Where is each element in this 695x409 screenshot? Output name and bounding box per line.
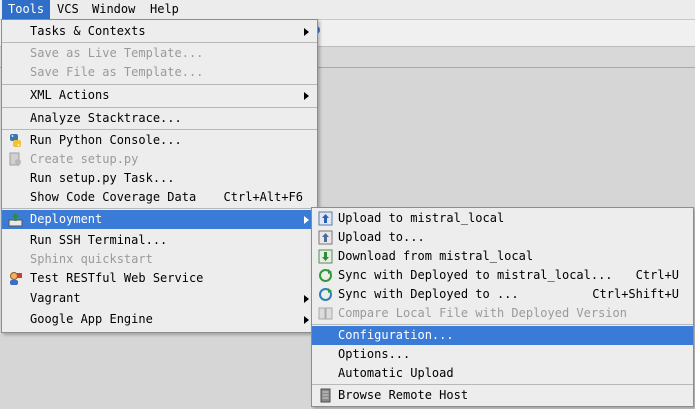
menu-item-tasks-contexts[interactable]: Tasks & Contexts <box>2 22 317 41</box>
menu-item-label: XML Actions <box>30 88 110 102</box>
menu-item-label: Download from mistral_local <box>338 249 534 263</box>
menu-item-label: Sync with Deployed to ... <box>338 287 519 301</box>
menu-separator <box>312 384 693 385</box>
menu-item-run-setup-py-task[interactable]: Run setup.py Task... <box>2 169 317 188</box>
menu-item-analyze-stacktrace[interactable]: Analyze Stacktrace... <box>2 109 317 128</box>
submenu-arrow-icon <box>304 295 309 303</box>
menu-item-label: Upload to... <box>338 230 425 244</box>
menu-item-google-app-engine[interactable]: Google App Engine <box>2 310 317 329</box>
menu-item-sync-with-mistral[interactable]: Sync with Deployed to mistral_local... C… <box>312 266 693 285</box>
menu-help[interactable]: Help <box>144 0 185 19</box>
menu-separator <box>2 42 317 43</box>
menu-item-vagrant[interactable]: Vagrant <box>2 289 317 308</box>
menu-item-options[interactable]: Options... <box>312 345 693 364</box>
rest-client-icon <box>10 272 22 285</box>
menu-item-label: Configuration... <box>338 328 454 342</box>
menu-item-label: Browse Remote Host <box>338 388 469 402</box>
menu-item-label: Compare Local File with Deployed Version <box>338 306 627 320</box>
menu-item-label: Run setup.py Task... <box>30 171 175 185</box>
compare-icon <box>318 307 333 320</box>
menu-item-label: Upload to mistral_local <box>338 211 505 225</box>
menu-item-upload-to-mistral[interactable]: Upload to mistral_local <box>312 209 693 228</box>
deployment-submenu: Upload to mistral_local Upload to... Dow… <box>311 207 694 407</box>
menu-item-label: Run SSH Terminal... <box>30 233 168 247</box>
menu-item-shortcut: Ctrl+Shift+U <box>592 287 679 301</box>
menu-item-shortcut: Ctrl+Alt+F6 <box>223 190 303 204</box>
menu-item-label: Deployment <box>30 212 103 226</box>
menu-item-label: Sync with Deployed to mistral_local... <box>338 268 613 282</box>
menu-separator <box>312 324 693 325</box>
menu-item-create-setup-py[interactable]: Create setup.py <box>2 150 317 169</box>
menu-item-show-code-coverage[interactable]: Show Code Coverage Data Ctrl+Alt+F6 <box>2 188 317 207</box>
python-icon <box>10 134 21 147</box>
tools-dropdown-menu: Tasks & Contexts Save as Live Template..… <box>1 19 318 333</box>
menu-item-test-restful[interactable]: Test RESTful Web Service <box>2 269 317 288</box>
sync-icon <box>319 269 332 282</box>
deployment-icon <box>8 213 23 227</box>
menu-item-label: Google App Engine <box>30 312 153 326</box>
menu-item-label: Tasks & Contexts <box>30 24 146 38</box>
menu-separator <box>2 107 317 108</box>
submenu-arrow-icon <box>304 316 309 324</box>
menu-item-browse-remote-host[interactable]: Browse Remote Host <box>312 386 693 405</box>
menu-item-shortcut: Ctrl+U <box>635 268 679 282</box>
menu-window[interactable]: Window <box>86 0 141 19</box>
menu-item-label: Test RESTful Web Service <box>30 271 204 285</box>
menu-separator <box>2 208 317 209</box>
menu-item-label: Run Python Console... <box>30 133 182 147</box>
menu-item-run-ssh-terminal[interactable]: Run SSH Terminal... <box>2 231 317 250</box>
menu-item-label: Show Code Coverage Data <box>30 190 197 204</box>
menu-item-run-python-console[interactable]: Run Python Console... <box>2 131 317 150</box>
sync-to-icon <box>319 288 332 301</box>
submenu-arrow-icon <box>304 216 309 224</box>
submenu-arrow-icon <box>304 28 309 36</box>
menu-item-label: Analyze Stacktrace... <box>30 111 182 125</box>
menu-item-download-from-mistral[interactable]: Download from mistral_local <box>312 247 693 266</box>
menu-item-save-file-template[interactable]: Save File as Template... <box>2 63 317 82</box>
submenu-arrow-icon <box>304 92 309 100</box>
menu-item-compare-local-file[interactable]: Compare Local File with Deployed Version <box>312 304 693 323</box>
menu-item-save-live-template[interactable]: Save as Live Template... <box>2 44 317 63</box>
menu-item-upload-to[interactable]: Upload to... <box>312 228 693 247</box>
menu-vcs[interactable]: VCS <box>51 0 85 19</box>
menu-bar: Tools VCS Window Help <box>0 0 695 20</box>
upload-to-icon <box>318 230 333 245</box>
menu-item-sphinx-quickstart[interactable]: Sphinx quickstart <box>2 250 317 269</box>
menu-item-label: Save File as Template... <box>30 65 204 79</box>
menu-separator <box>2 129 317 130</box>
menu-item-label: Vagrant <box>30 291 81 305</box>
menu-item-label: Sphinx quickstart <box>30 252 153 266</box>
menu-item-automatic-upload[interactable]: Automatic Upload <box>312 364 693 383</box>
menu-item-configuration[interactable]: Configuration... <box>312 326 693 345</box>
setup-py-icon <box>9 152 21 166</box>
menu-item-label: Save as Live Template... <box>30 46 204 60</box>
menu-item-deployment[interactable]: Deployment <box>2 210 317 229</box>
menu-item-xml-actions[interactable]: XML Actions <box>2 86 317 105</box>
menu-item-label: Options... <box>338 347 411 361</box>
menu-item-label: Automatic Upload <box>338 366 454 380</box>
menu-item-sync-with-deployed-to[interactable]: Sync with Deployed to ... Ctrl+Shift+U <box>312 285 693 304</box>
menu-item-label: Create setup.py <box>30 152 139 166</box>
upload-icon <box>318 211 333 226</box>
menu-separator <box>2 84 317 85</box>
download-icon <box>318 249 333 264</box>
remote-host-icon <box>320 388 331 403</box>
menu-tools[interactable]: Tools <box>2 0 51 19</box>
